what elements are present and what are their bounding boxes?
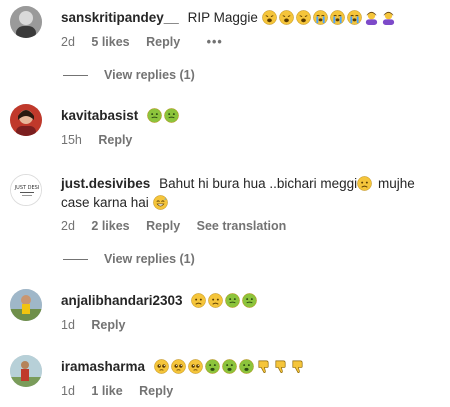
comment-time[interactable]: 15h (61, 133, 82, 147)
comment-time[interactable]: 1d (61, 384, 75, 398)
comment-time[interactable]: 2d (61, 219, 75, 233)
view-replies-button[interactable]: View replies (1) (63, 67, 195, 83)
sick-face-icon (239, 359, 254, 374)
comment-username[interactable]: just.desivibes (61, 176, 150, 191)
reply-button[interactable]: Reply (146, 35, 180, 49)
thumbs-down-icon (273, 359, 288, 374)
avatar[interactable] (10, 104, 42, 136)
thumbs-down-icon (256, 359, 271, 374)
worried-face-icon (357, 176, 372, 191)
weary-face-icon (261, 10, 277, 25)
comment-username[interactable]: kavitabasist (61, 108, 138, 123)
avatar[interactable]: JUST DESI (10, 174, 42, 206)
likes-count[interactable]: 5 likes (91, 35, 129, 49)
avatar-logo-text: JUST DESI (14, 185, 40, 191)
worried-face-icon (208, 293, 224, 308)
comment-username[interactable]: sanskritipandey__ (61, 10, 179, 25)
sick-face-icon (205, 359, 220, 374)
divider (63, 74, 88, 76)
grinning-sweat-face-icon (152, 195, 168, 210)
view-replies-label: View replies (1) (104, 252, 195, 266)
reply-button[interactable]: Reply (146, 219, 180, 233)
comment-username[interactable]: anjalibhandari2303 (61, 293, 183, 308)
nauseated-face-icon (164, 108, 179, 123)
person-bowing-icon (364, 10, 379, 25)
comment-text: Bahut hi bura hua ..bichari meggi (159, 176, 358, 191)
worried-face-icon (191, 293, 207, 308)
emoji-row (147, 108, 181, 123)
nauseated-face-icon (147, 108, 162, 123)
likes-count[interactable]: 2 likes (91, 219, 129, 233)
avatar[interactable] (10, 289, 42, 321)
person-bowing-icon (381, 10, 396, 25)
avatar[interactable] (10, 355, 42, 387)
pleading-face-icon (154, 359, 169, 374)
pleading-face-icon (188, 359, 203, 374)
emoji-row (261, 10, 398, 25)
emoji-row (191, 293, 259, 308)
comment-time[interactable]: 1d (61, 318, 75, 332)
see-translation-button[interactable]: See translation (197, 219, 287, 233)
reply-button[interactable]: Reply (91, 318, 125, 332)
loudly-crying-face-icon (312, 10, 328, 25)
sick-face-icon (222, 359, 237, 374)
comment-time[interactable]: 2d (61, 35, 75, 49)
weary-face-icon (278, 10, 294, 25)
emoji-row (154, 359, 307, 374)
loudly-crying-face-icon (329, 10, 345, 25)
thumbs-down-icon (290, 359, 305, 374)
loudly-crying-face-icon (346, 10, 362, 25)
likes-count[interactable]: 1 like (91, 384, 122, 398)
nauseated-face-icon (242, 293, 258, 308)
weary-face-icon (295, 10, 311, 25)
nauseated-face-icon (225, 293, 241, 308)
comment-text: RIP Maggie (187, 10, 258, 25)
reply-button[interactable]: Reply (139, 384, 173, 398)
view-replies-button[interactable]: View replies (1) (63, 251, 195, 267)
comment-username[interactable]: iramasharma (61, 359, 145, 374)
reply-button[interactable]: Reply (98, 133, 132, 147)
pleading-face-icon (171, 359, 186, 374)
avatar[interactable] (10, 6, 42, 38)
more-options-icon[interactable]: ••• (207, 35, 223, 49)
view-replies-label: View replies (1) (104, 68, 195, 82)
divider (63, 258, 88, 260)
